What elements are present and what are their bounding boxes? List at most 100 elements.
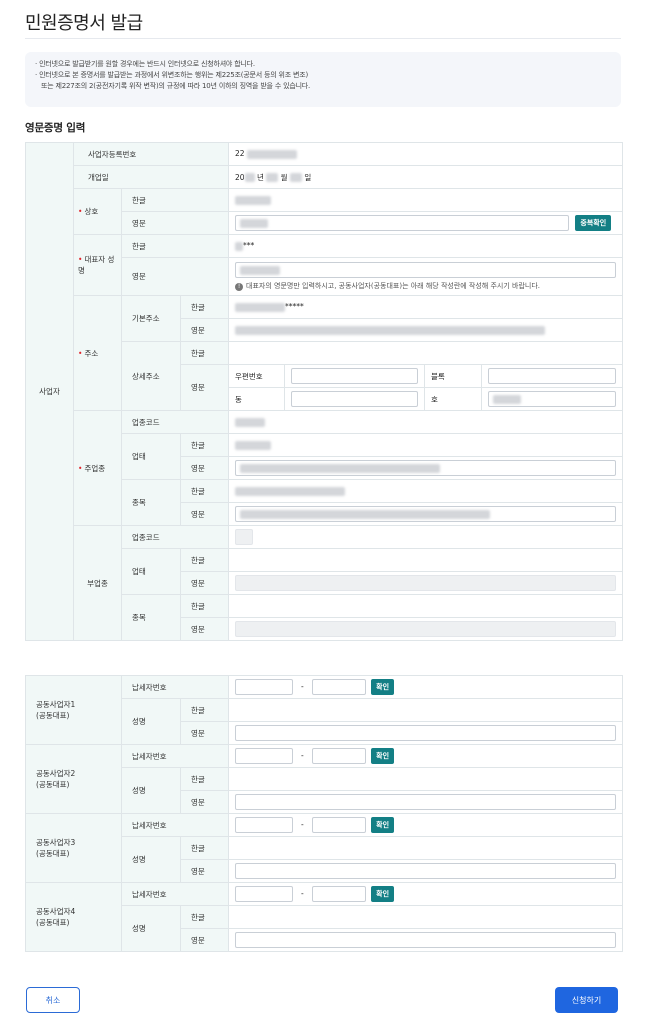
dong-input[interactable] [291, 391, 419, 407]
rep-name-english-label: 영문 [120, 257, 230, 296]
item-korean-label: 한글 [179, 479, 230, 503]
cancel-button[interactable]: 취소 [26, 987, 80, 1013]
confirm-button[interactable]: 확인 [371, 748, 395, 764]
masked-text [240, 266, 281, 275]
business-type-english-label: 영문 [179, 456, 230, 480]
business-type-korean-value [228, 433, 624, 457]
masked-text [235, 417, 266, 427]
open-date-day-unit: 일 [304, 172, 312, 182]
basic-address-korean-label: 한글 [179, 295, 230, 319]
reg-no-value: 22 [235, 149, 245, 159]
sub-business-type-korean-value [228, 548, 624, 572]
business-group-label: 사업자 [25, 142, 74, 641]
item-korean-value [228, 479, 624, 503]
detail-address-korean-label: 한글 [179, 341, 230, 365]
co-owner-sub-text: (공동대표) [36, 711, 70, 720]
basic-address-korean-cell: ***** [228, 295, 624, 319]
masked-text [240, 219, 269, 228]
co-owner-label-text: 공동사업자3 [36, 838, 76, 847]
postal-input[interactable] [291, 368, 419, 384]
open-date-month-unit: 월 [280, 172, 288, 182]
sub-business-type-english-input [235, 575, 617, 591]
co-owner-sub-text: (공동대표) [36, 780, 70, 789]
business-type-english-input[interactable] [235, 460, 617, 476]
rep-name-english-cell: ! 대표자의 영문명만 입력하시고, 공동사업자(공동대표)는 아래 해당 작성란… [228, 257, 624, 296]
name-label: 성명 [121, 905, 181, 952]
sub-industry-label: 부업종 [73, 525, 122, 641]
tax-id-input-2[interactable] [311, 886, 366, 902]
tax-id-cell: - 확인 [228, 882, 623, 906]
name-english-label: 영문 [180, 859, 229, 883]
business-type-korean-label: 한글 [179, 433, 230, 457]
rep-name-english-input[interactable] [235, 262, 617, 278]
confirm-button[interactable]: 확인 [371, 886, 395, 902]
sub-business-type-label: 업태 [121, 548, 181, 595]
name-english-input[interactable] [235, 932, 616, 948]
basic-address-english-cell [228, 318, 624, 342]
block-cell [481, 364, 624, 388]
name-korean-value [228, 836, 623, 860]
sub-business-type-english-cell [228, 571, 624, 595]
rep-name-korean-suffix: *** [243, 241, 255, 251]
open-date-value-cell: 20 년 월 일 [228, 165, 624, 189]
item-english-label: 영문 [179, 502, 230, 526]
detail-address-label: 상세주소 [121, 341, 181, 411]
tax-id-label: 납세자번호 [121, 744, 229, 768]
co-owner-table: 공동사업자1 (공동대표) 납세자번호 - 확인 성명 한글 영문 공동사업자2… [25, 675, 623, 952]
dong-label: 동 [228, 387, 286, 411]
trade-name-label-text: 상호 [84, 207, 99, 216]
name-korean-label: 한글 [180, 767, 229, 791]
tax-id-input-1[interactable] [235, 679, 293, 695]
sub-item-korean-value [228, 594, 624, 618]
name-english-input[interactable] [235, 794, 616, 810]
notice-line-1: 인터넷으로 발급받기를 원할 경우에는 반드시 인터넷으로 신청하셔야 합니다. [35, 59, 611, 70]
masked-text [244, 173, 255, 182]
ho-input[interactable] [488, 391, 617, 407]
dup-check-button[interactable]: 중복확인 [575, 215, 612, 231]
detail-address-korean-value [228, 341, 624, 365]
confirm-button[interactable]: 확인 [371, 817, 395, 833]
masked-text [289, 173, 302, 182]
name-label: 성명 [121, 767, 181, 814]
business-type-label: 업태 [121, 433, 181, 480]
item-english-input[interactable] [235, 506, 617, 522]
masked-text [235, 486, 346, 496]
tax-id-label: 납세자번호 [121, 882, 229, 906]
reg-no-label: 사업자등록번호 [72, 142, 230, 166]
name-english-input[interactable] [235, 863, 616, 879]
rep-name-korean-cell: *** [228, 234, 624, 258]
sub-item-english-label: 영문 [179, 617, 230, 641]
tax-id-input-2[interactable] [311, 748, 366, 764]
notice-line-3: 또는 제227조의 2(공전자기록 위작 변작)의 규정에 따라 10년 이하의… [41, 82, 311, 90]
name-label: 성명 [121, 836, 181, 883]
dong-cell [284, 387, 426, 411]
detail-address-english-label: 영문 [179, 364, 230, 411]
trade-name-english-input[interactable] [235, 215, 570, 231]
tax-id-input-2[interactable] [311, 817, 366, 833]
open-date-label: 개업일 [72, 165, 230, 189]
block-input[interactable] [488, 368, 617, 384]
tax-id-input-1[interactable] [235, 886, 293, 902]
rep-hint: ! 대표자의 영문명만 입력하시고, 공동사업자(공동대표)는 아래 해당 작성란… [235, 281, 616, 291]
tax-id-input-1[interactable] [235, 748, 293, 764]
rep-name-korean-label: 한글 [120, 234, 230, 258]
name-english-input[interactable] [235, 725, 616, 741]
co-owner-4-label: 공동사업자4 (공동대표) [25, 882, 122, 952]
tax-id-input-1[interactable] [235, 817, 293, 833]
postal-label: 우편번호 [228, 364, 286, 388]
masked-text [235, 241, 244, 251]
submit-button[interactable]: 신청하기 [555, 987, 618, 1013]
name-english-cell [228, 790, 623, 814]
title-divider [25, 38, 621, 39]
confirm-button[interactable]: 확인 [371, 679, 395, 695]
co-owner-label-text: 공동사업자1 [36, 700, 76, 709]
basic-address-suffix: ***** [285, 302, 304, 312]
masked-text [235, 325, 546, 335]
masked-text [240, 464, 441, 473]
trade-name-english-label: 영문 [120, 211, 230, 235]
masked-text [493, 395, 522, 404]
masked-text [266, 173, 279, 182]
tax-id-dash: - [301, 820, 304, 829]
co-owner-3-label: 공동사업자3 (공동대표) [25, 813, 122, 883]
tax-id-input-2[interactable] [311, 679, 366, 695]
